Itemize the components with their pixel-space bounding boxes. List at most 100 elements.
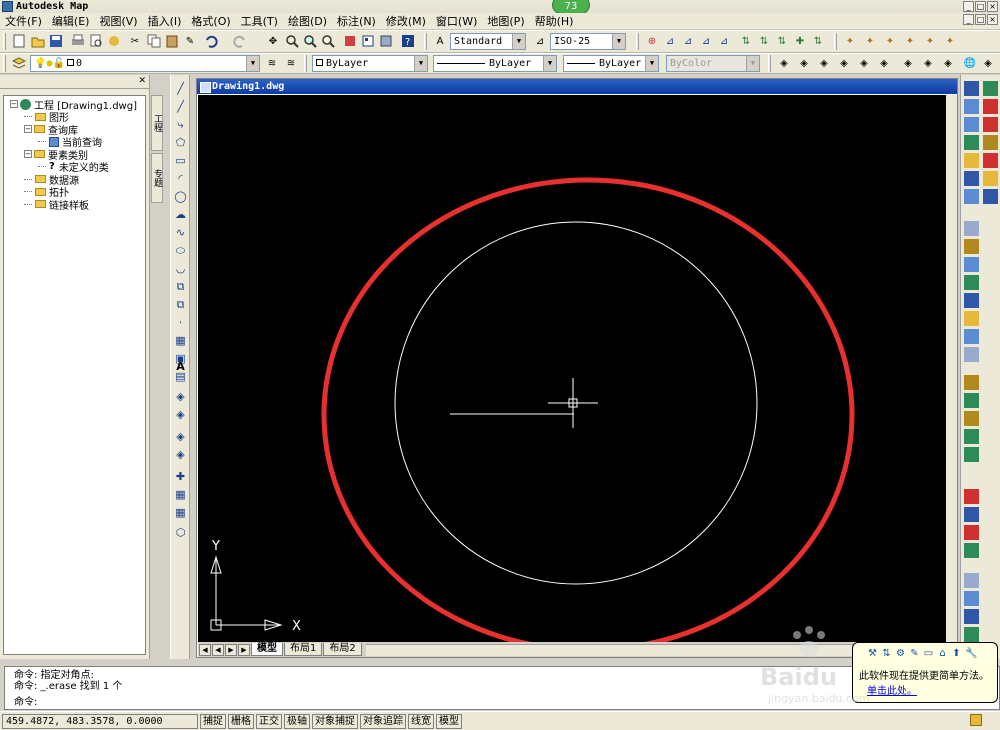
balloon-tool-icon-5[interactable]: ▭ <box>923 648 934 659</box>
map-right-icon-3[interactable] <box>983 117 998 132</box>
make-current-layer-icon[interactable]: ≋ <box>264 55 280 71</box>
menu-view[interactable]: 视图(V) <box>94 13 142 29</box>
match-properties-icon[interactable]: ✎ <box>182 33 198 49</box>
modify-tool-icon[interactable] <box>964 293 979 308</box>
tab-layout1[interactable]: 布局1 <box>284 643 323 656</box>
save-icon[interactable] <box>48 33 64 49</box>
map-tool-icon[interactable] <box>964 573 979 588</box>
map-tool-14-icon[interactable]: ✦ <box>902 33 918 49</box>
collapse-icon[interactable]: − <box>10 100 18 109</box>
osnap-toggle[interactable]: 对象捕捉 <box>312 713 358 729</box>
modify-tool-icon[interactable] <box>964 239 979 254</box>
snap-tool-icon[interactable] <box>964 135 979 150</box>
snap-tool-icon[interactable] <box>964 81 979 96</box>
maximize-button[interactable]: □ <box>975 1 986 12</box>
toolbar-gripper[interactable] <box>304 55 307 72</box>
layer-manager-icon[interactable] <box>11 55 27 71</box>
globe-icon[interactable]: 🌐 <box>962 55 978 71</box>
model-toggle[interactable]: 模型 <box>436 713 462 729</box>
map-tool-icon[interactable] <box>964 591 979 606</box>
redo-icon[interactable] <box>232 33 248 49</box>
tray-icon[interactable] <box>970 714 982 726</box>
new-file-icon[interactable] <box>11 33 27 49</box>
menu-help[interactable]: 帮助(H) <box>530 13 579 29</box>
menu-draw[interactable]: 绘图(D) <box>283 13 332 29</box>
spline-icon[interactable]: ∿ <box>173 225 188 240</box>
modify-tool-icon[interactable] <box>964 375 979 390</box>
map-data-icon-10[interactable]: ◈ <box>980 55 996 71</box>
print-icon[interactable] <box>70 33 86 49</box>
insert-block-icon[interactable]: ⧉ <box>173 279 188 294</box>
toolbar-gripper[interactable] <box>834 33 837 50</box>
minimize-button[interactable]: _ <box>963 1 974 12</box>
menu-map[interactable]: 地图(P) <box>482 13 529 29</box>
layer-previous-icon[interactable]: ≋ <box>283 55 299 71</box>
close-button[interactable]: × <box>987 1 998 12</box>
map-draw-icon-3[interactable]: ◈ <box>173 429 188 444</box>
balloon-tool-icon-4[interactable]: ✎ <box>909 648 920 659</box>
map-right-icon-7[interactable] <box>983 189 998 204</box>
ellipse-arc-icon[interactable]: ◡ <box>173 261 188 276</box>
polar-toggle[interactable]: 极轴 <box>284 713 310 729</box>
tab-model[interactable]: 模型 <box>251 643 283 656</box>
last-tab-button[interactable]: ▶ <box>238 643 250 656</box>
map-right-icon-6[interactable] <box>983 171 998 186</box>
map-draw-icon-1[interactable]: ◈ <box>173 389 188 404</box>
toolbar-gripper[interactable] <box>636 33 639 50</box>
map-tool-3-icon[interactable]: ⊿ <box>680 33 696 49</box>
modify-tool-icon[interactable] <box>964 275 979 290</box>
map-tool-icon[interactable] <box>964 507 979 522</box>
color-select[interactable]: ByLayer ▼ <box>312 55 428 72</box>
map-tool-2-icon[interactable]: ⊿ <box>662 33 678 49</box>
map-tool-icon[interactable] <box>964 627 979 642</box>
toolbar-gripper[interactable] <box>3 33 6 50</box>
lineweight-select[interactable]: ByLayer ▼ <box>563 55 659 72</box>
map-tool-4-icon[interactable]: ⊿ <box>698 33 714 49</box>
balloon-tool-icon-6[interactable]: ⌂ <box>937 648 948 659</box>
ellipse-icon[interactable]: ⬭ <box>173 243 188 258</box>
modify-tool-icon[interactable] <box>964 221 979 236</box>
balloon-tool-icon-1[interactable]: ⚒ <box>867 648 878 659</box>
first-tab-button[interactable]: ◀ <box>199 643 211 656</box>
map-tool-12-icon[interactable]: ✦ <box>862 33 878 49</box>
drawing-title[interactable]: Drawing1.dwg <box>197 79 957 94</box>
circle-icon[interactable]: ◯ <box>173 189 188 204</box>
wrench-icon[interactable]: 🔧 <box>965 648 977 659</box>
tab-theme[interactable]: 专题 <box>151 153 163 203</box>
linetype-select[interactable]: ByLayer ▼ <box>433 55 557 72</box>
doc-minimize-button[interactable]: _ <box>963 14 974 25</box>
map-right-icon-1[interactable] <box>983 81 998 96</box>
otrack-toggle[interactable]: 对象追踪 <box>360 713 406 729</box>
menu-format[interactable]: 格式(O) <box>186 13 235 29</box>
notification-badge[interactable]: 73 <box>552 0 590 14</box>
modify-tool-icon[interactable] <box>964 393 979 408</box>
collapse-icon[interactable]: − <box>24 150 32 159</box>
rectangle-icon[interactable]: ▭ <box>173 153 188 168</box>
map-tool-8-icon[interactable]: ⇅ <box>774 33 790 49</box>
map-draw-icon-7[interactable]: ▦ <box>173 505 188 520</box>
modify-tool-icon[interactable] <box>964 447 979 462</box>
menu-dimension[interactable]: 标注(N) <box>332 13 381 29</box>
make-block-icon[interactable]: ⧉ <box>173 297 188 312</box>
close-icon[interactable]: ✕ <box>138 76 146 86</box>
map-tool-1-icon[interactable]: ⊕ <box>644 33 660 49</box>
ortho-toggle[interactable]: 正交 <box>256 713 282 729</box>
map-data-icon-7[interactable]: ◈ <box>900 55 916 71</box>
map-tool-5-icon[interactable]: ⊿ <box>716 33 732 49</box>
map-data-icon-3[interactable]: ◈ <box>816 55 832 71</box>
map-right-icon-4[interactable] <box>983 135 998 150</box>
balloon-tool-icon-2[interactable]: ⇅ <box>881 648 892 659</box>
snap-tool-icon[interactable] <box>964 153 979 168</box>
tab-layout2[interactable]: 布局2 <box>323 643 362 656</box>
doc-close-button[interactable]: × <box>987 14 998 25</box>
cut-icon[interactable]: ✂ <box>127 33 143 49</box>
vertical-scrollbar[interactable] <box>946 95 957 642</box>
layer-select[interactable]: 💡●🔓 0 ▼ <box>30 55 260 72</box>
tree-item-project[interactable]: − 工程 [Drawing1.dwg] <box>4 98 145 112</box>
map-tool-icon[interactable] <box>964 525 979 540</box>
construction-line-icon[interactable]: ╱ <box>173 99 188 114</box>
map-tool-7-icon[interactable]: ⇅ <box>756 33 772 49</box>
menu-tools[interactable]: 工具(T) <box>236 13 283 29</box>
map-data-icon-8[interactable]: ◈ <box>920 55 936 71</box>
pan-icon[interactable]: ✥ <box>265 33 281 49</box>
